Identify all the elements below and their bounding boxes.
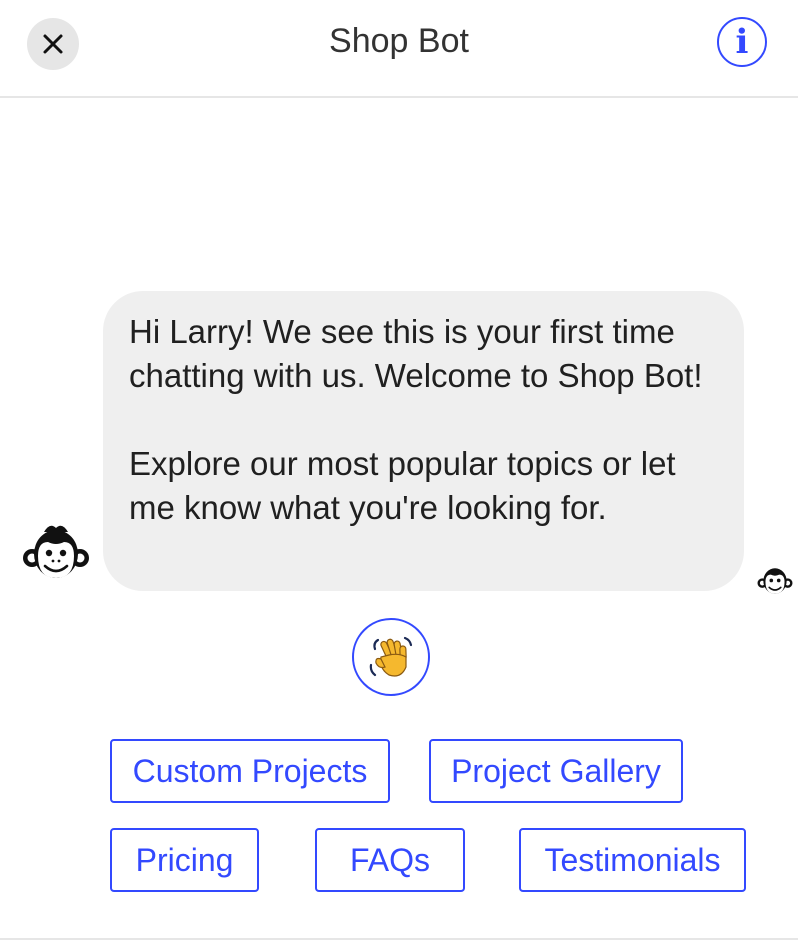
quick-reply-custom-projects[interactable]: Custom Projects: [110, 739, 390, 803]
message-paragraph: Explore our most popular topics or let m…: [129, 445, 676, 526]
quick-reply-testimonials[interactable]: Testimonials: [519, 828, 746, 892]
quick-reply-faqs[interactable]: FAQs: [315, 828, 465, 892]
footer-divider: [0, 938, 798, 940]
bot-avatar-monkey-icon: [23, 525, 89, 578]
quick-reply-pricing[interactable]: Pricing: [110, 828, 259, 892]
seen-indicator-monkey-icon: [757, 568, 793, 594]
message-paragraph: Hi Larry! We see this is your first time…: [129, 313, 703, 394]
quick-reply-project-gallery[interactable]: Project Gallery: [429, 739, 683, 803]
bot-message-bubble: Hi Larry! We see this is your first time…: [103, 291, 744, 591]
info-icon: i: [735, 22, 749, 62]
waving-hand-icon: [369, 636, 413, 677]
chat-header: Shop Bot i: [0, 0, 798, 98]
wave-reaction-button[interactable]: [352, 618, 430, 696]
info-button[interactable]: i: [717, 17, 767, 67]
chat-title: Shop Bot: [329, 22, 469, 60]
